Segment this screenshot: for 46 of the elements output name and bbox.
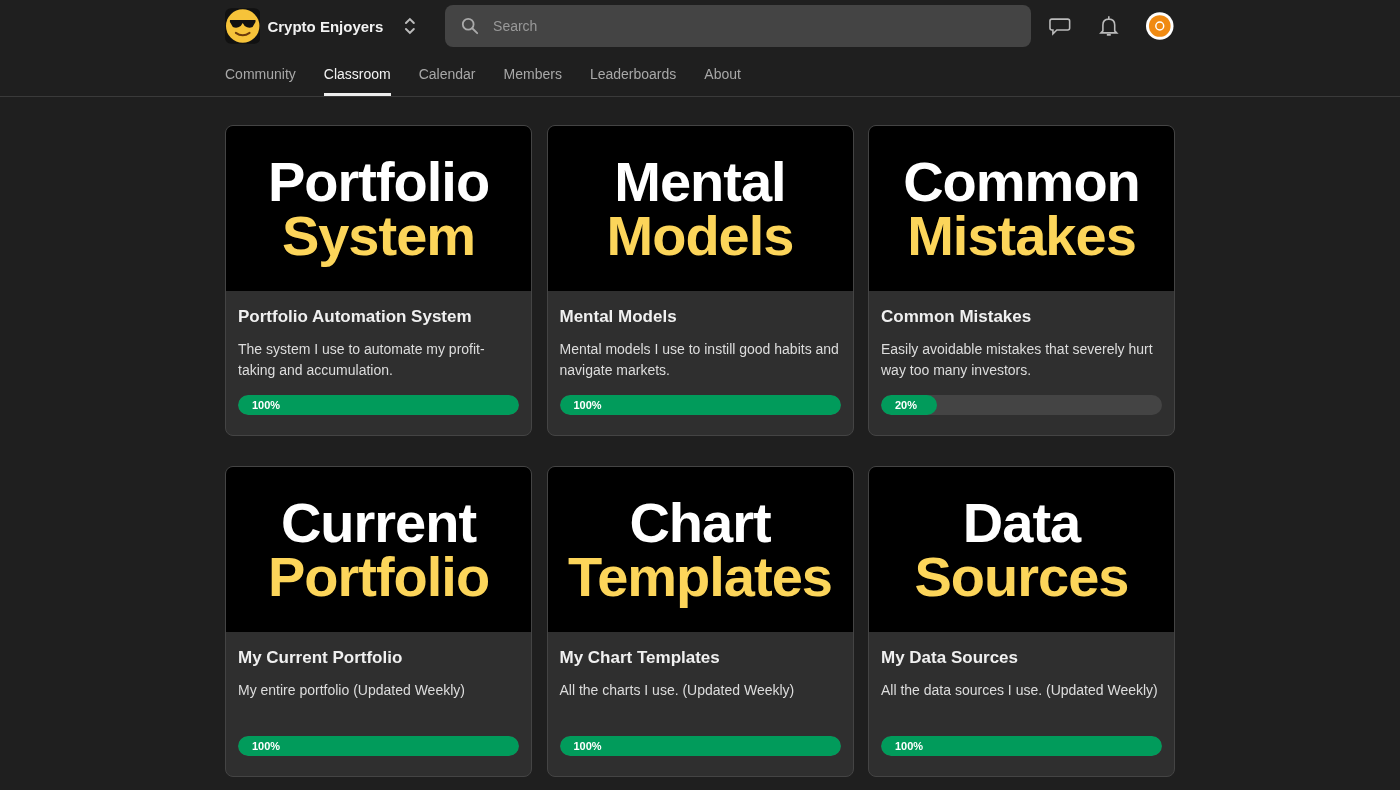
group-name[interactable]: Crypto Enjoyers [267, 17, 384, 35]
nav-tab[interactable]: Members [503, 52, 562, 96]
cover-title: Data [962, 495, 1081, 550]
course-description: All the charts I use. (Updated Weekly) [559, 681, 796, 700]
course-card[interactable]: Chart Templates My Chart Templates All the charts I use. (Updated Weekly) 100% [546, 466, 854, 777]
course-title: My Current Portfolio [238, 648, 404, 668]
user-avatar[interactable] [1145, 11, 1175, 41]
nav-tab[interactable]: Community [225, 52, 296, 96]
course-card[interactable]: Mental Models Mental Models Mental models I use to instill good habits and navigate markets. 100% [546, 125, 854, 436]
cover-title: Portfolio [267, 154, 490, 209]
nav-tab[interactable]: Calendar [418, 52, 476, 96]
course-description: Easily avoidable mistakes that severely hurt way too many investors. [881, 340, 1154, 380]
nav-tab[interactable]: About [704, 52, 741, 96]
course-title: Mental Models [559, 307, 678, 327]
course-title: My Data Sources [881, 648, 1019, 668]
course-card[interactable]: Data Sources My Data Sources All the data sources I use. (Updated Weekly) 100% [868, 466, 1175, 777]
progress-label: 100% [252, 399, 281, 411]
progress-label: 100% [573, 399, 602, 411]
progress-label: 100% [895, 740, 924, 752]
course-title: Common Mistakes [881, 307, 1033, 327]
course-card[interactable]: Common Mistakes Common Mistakes Easily avoidable mistakes that severely hurt way too many investors. 20% [868, 125, 1175, 436]
switch-chevron-icon[interactable] [403, 15, 418, 37]
cover-title: Chart [629, 495, 771, 550]
nav-tab[interactable]: Classroom [323, 52, 391, 96]
group-logo-icon[interactable] [225, 8, 261, 44]
search-field[interactable]: Search [445, 5, 1032, 47]
progress-label: 100% [573, 740, 602, 752]
course-title: My Chart Templates [559, 648, 721, 668]
course-card[interactable]: Current Portfolio My Current Portfolio My entire portfolio (Updated Weekly) 100% [225, 466, 532, 777]
course-title: Portfolio Automation System [238, 307, 473, 327]
course-card[interactable]: Portfolio System Portfolio Automation System The system I use to automate my profit-taking and accumulation. 100% [225, 125, 532, 436]
cover-title: Current [280, 495, 477, 550]
cover-title: Mental [614, 154, 786, 209]
cover-subtitle: Models [606, 208, 794, 263]
cover-subtitle: Mistakes [907, 208, 1136, 263]
progress-label: 20% [895, 399, 918, 411]
course-description: All the data sources I use. (Updated Weekly) [881, 681, 1159, 700]
progress-label: 100% [252, 740, 281, 752]
course-description: The system I use to automate my profit-taking and accumulation. [238, 340, 486, 380]
course-description: Mental models I use to instill good habits and navigate markets. [559, 340, 840, 380]
cover-subtitle: Portfolio [267, 549, 490, 604]
nav-tab[interactable]: Leaderboards [589, 52, 677, 96]
course-description: My entire portfolio (Updated Weekly) [238, 681, 466, 700]
notification-bell-icon[interactable] [1096, 14, 1121, 38]
cover-subtitle: Sources [914, 549, 1129, 604]
cover-title: Common [903, 154, 1140, 209]
